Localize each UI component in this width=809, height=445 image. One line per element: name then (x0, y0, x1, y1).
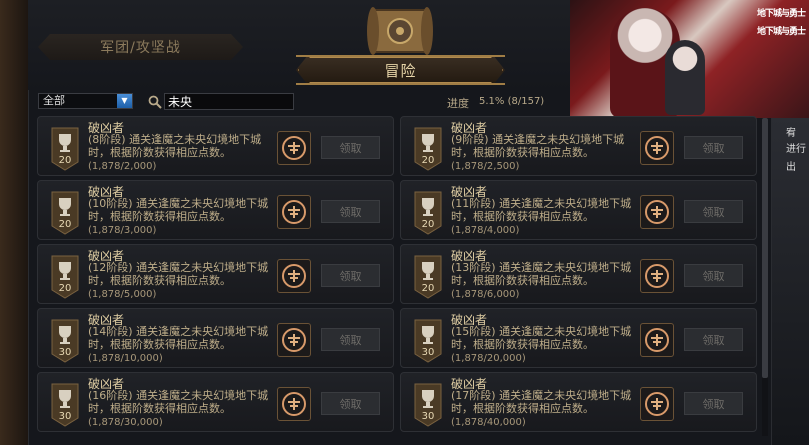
trophy-icon: 20 (50, 122, 80, 172)
achievement-card: 30 破凶者 (17阶段) 通关逢魔之未央幻境地下城时，根据阶数获得相应点数。 … (400, 372, 757, 432)
achievement-card: 20 破凶者 (10阶段) 通关逢魔之未央幻境地下城时，根据阶数获得相应点数。 … (37, 180, 394, 240)
achievement-card: 20 破凶者 (13阶段) 通关逢魔之未央幻境地下城时，根据阶数获得相应点数。 … (400, 244, 757, 304)
achievement-card: 30 破凶者 (16阶段) 通关逢魔之未央幻境地下城时，根据阶数获得相应点数。 … (37, 372, 394, 432)
achievement-description: (11阶段) 通关逢魔之未央幻境地下城时，根据阶数获得相应点数。 (451, 197, 632, 223)
achievement-description: (8阶段) 通关逢魔之未央幻境地下城时，根据阶数获得相应点数。 (88, 133, 262, 159)
achievement-points: 30 (58, 347, 72, 358)
claim-button[interactable]: 领取 (684, 328, 743, 351)
left-background (0, 0, 30, 445)
achievement-count: (1,878/10,000) (88, 353, 163, 364)
claim-button[interactable]: 领取 (321, 136, 380, 159)
trophy-icon: 20 (50, 186, 80, 236)
achievement-description: (9阶段) 通关逢魔之未央幻境地下城时，根据阶数获得相应点数。 (451, 133, 625, 159)
achievement-count: (1,878/2,500) (451, 161, 520, 172)
tab-adventure-frame (296, 55, 505, 85)
trophy-icon: 20 (413, 122, 443, 172)
achievement-card: 30 破凶者 (14阶段) 通关逢魔之未央幻境地下城时，根据阶数获得相应点数。 … (37, 308, 394, 368)
achievement-points: 20 (58, 283, 72, 294)
achievement-points: 30 (421, 347, 435, 358)
reward-emblem-icon[interactable] (277, 323, 311, 357)
achievement-count: (1,878/2,000) (88, 161, 157, 172)
achievement-points: 20 (421, 155, 435, 166)
reward-emblem-icon[interactable] (277, 131, 311, 165)
filter-selected-value: 全部 (43, 94, 65, 107)
list-scrollbar[interactable] (762, 118, 768, 436)
trophy-icon: 20 (413, 186, 443, 236)
reward-emblem-icon[interactable] (640, 131, 674, 165)
reward-emblem-icon[interactable] (640, 195, 674, 229)
claim-button[interactable]: 领取 (321, 392, 380, 415)
achievement-points: 30 (421, 411, 435, 422)
search-icon (148, 95, 162, 109)
side-text: 进行 (786, 144, 806, 155)
achievement-count: (1,878/3,000) (88, 225, 157, 236)
achievement-points: 20 (421, 219, 435, 230)
scrollbar-thumb[interactable] (762, 118, 768, 378)
achievement-count: (1,878/40,000) (451, 417, 526, 428)
claim-button[interactable]: 领取 (321, 264, 380, 287)
achievement-count: (1,878/20,000) (451, 353, 526, 364)
reward-emblem-icon[interactable] (640, 387, 674, 421)
banner-logo: 地下城与勇士 (756, 9, 806, 19)
achievement-count: (1,878/4,000) (451, 225, 520, 236)
claim-button[interactable]: 领取 (684, 392, 743, 415)
achievement-description: (16阶段) 通关逢魔之未央幻境地下城时，根据阶数获得相应点数。 (88, 389, 269, 415)
achievement-points: 20 (58, 219, 72, 230)
trophy-icon: 30 (413, 314, 443, 364)
achievement-card: 20 破凶者 (8阶段) 通关逢魔之未央幻境地下城时，根据阶数获得相应点数。 (… (37, 116, 394, 176)
achievement-card: 20 破凶者 (9阶段) 通关逢魔之未央幻境地下城时，根据阶数获得相应点数。 (… (400, 116, 757, 176)
reward-emblem-icon[interactable] (277, 387, 311, 421)
achievement-description: (14阶段) 通关逢魔之未央幻境地下城时，根据阶数获得相应点数。 (88, 325, 269, 351)
achievement-count: (1,878/30,000) (88, 417, 163, 428)
progress-value: 5.1% (8/157) (479, 96, 545, 107)
reward-emblem-icon[interactable] (277, 259, 311, 293)
chevron-down-icon[interactable]: ▼ (117, 94, 132, 108)
category-filter-select[interactable]: 全部 ▼ (38, 93, 133, 109)
trophy-icon: 20 (50, 250, 80, 300)
achievement-points: 30 (58, 411, 72, 422)
achievement-description: (15阶段) 通关逢魔之未央幻境地下城时，根据阶数获得相应点数。 (451, 325, 632, 351)
reward-emblem-icon[interactable] (277, 195, 311, 229)
tab-legion-siege[interactable]: 军团/攻坚战 (38, 34, 243, 60)
trophy-icon: 30 (413, 378, 443, 428)
banner-character-2 (665, 40, 705, 115)
claim-button[interactable]: 领取 (321, 200, 380, 223)
achievement-count: (1,878/6,000) (451, 289, 520, 300)
achievement-points: 20 (421, 283, 435, 294)
claim-button[interactable]: 领取 (684, 136, 743, 159)
achievement-description: (13阶段) 通关逢魔之未央幻境地下城时，根据阶数获得相应点数。 (451, 261, 632, 287)
game-banner: 地下城与勇士 地下城与勇士 (570, 0, 809, 118)
achievement-description: (17阶段) 通关逢魔之未央幻境地下城时，根据阶数获得相应点数。 (451, 389, 632, 415)
achievement-description: (12阶段) 通关逢魔之未央幻境地下城时，根据阶数获得相应点数。 (88, 261, 269, 287)
achievement-points: 20 (58, 155, 72, 166)
achievement-count: (1,878/5,000) (88, 289, 157, 300)
claim-button[interactable]: 领取 (321, 328, 380, 351)
reward-emblem-icon[interactable] (640, 259, 674, 293)
banner-logo-2: 地下城与勇士 (756, 27, 806, 37)
trophy-icon: 30 (50, 378, 80, 428)
trophy-icon: 30 (50, 314, 80, 364)
search-input[interactable] (164, 93, 294, 110)
trophy-icon: 20 (413, 250, 443, 300)
side-text: 出 (786, 162, 796, 173)
progress-label: 进度 (447, 97, 469, 110)
achievement-description: (10阶段) 通关逢魔之未央幻境地下城时，根据阶数获得相应点数。 (88, 197, 269, 223)
achievement-card: 30 破凶者 (15阶段) 通关逢魔之未央幻境地下城时，根据阶数获得相应点数。 … (400, 308, 757, 368)
achievement-card: 20 破凶者 (11阶段) 通关逢魔之未央幻境地下城时，根据阶数获得相应点数。 … (400, 180, 757, 240)
claim-button[interactable]: 领取 (684, 264, 743, 287)
reward-emblem-icon[interactable] (640, 323, 674, 357)
scroll-emblem-icon (367, 7, 433, 55)
achievement-card: 20 破凶者 (12阶段) 通关逢魔之未央幻境地下城时，根据阶数获得相应点数。 … (37, 244, 394, 304)
claim-button[interactable]: 领取 (684, 200, 743, 223)
side-text: 宥 (786, 128, 796, 139)
